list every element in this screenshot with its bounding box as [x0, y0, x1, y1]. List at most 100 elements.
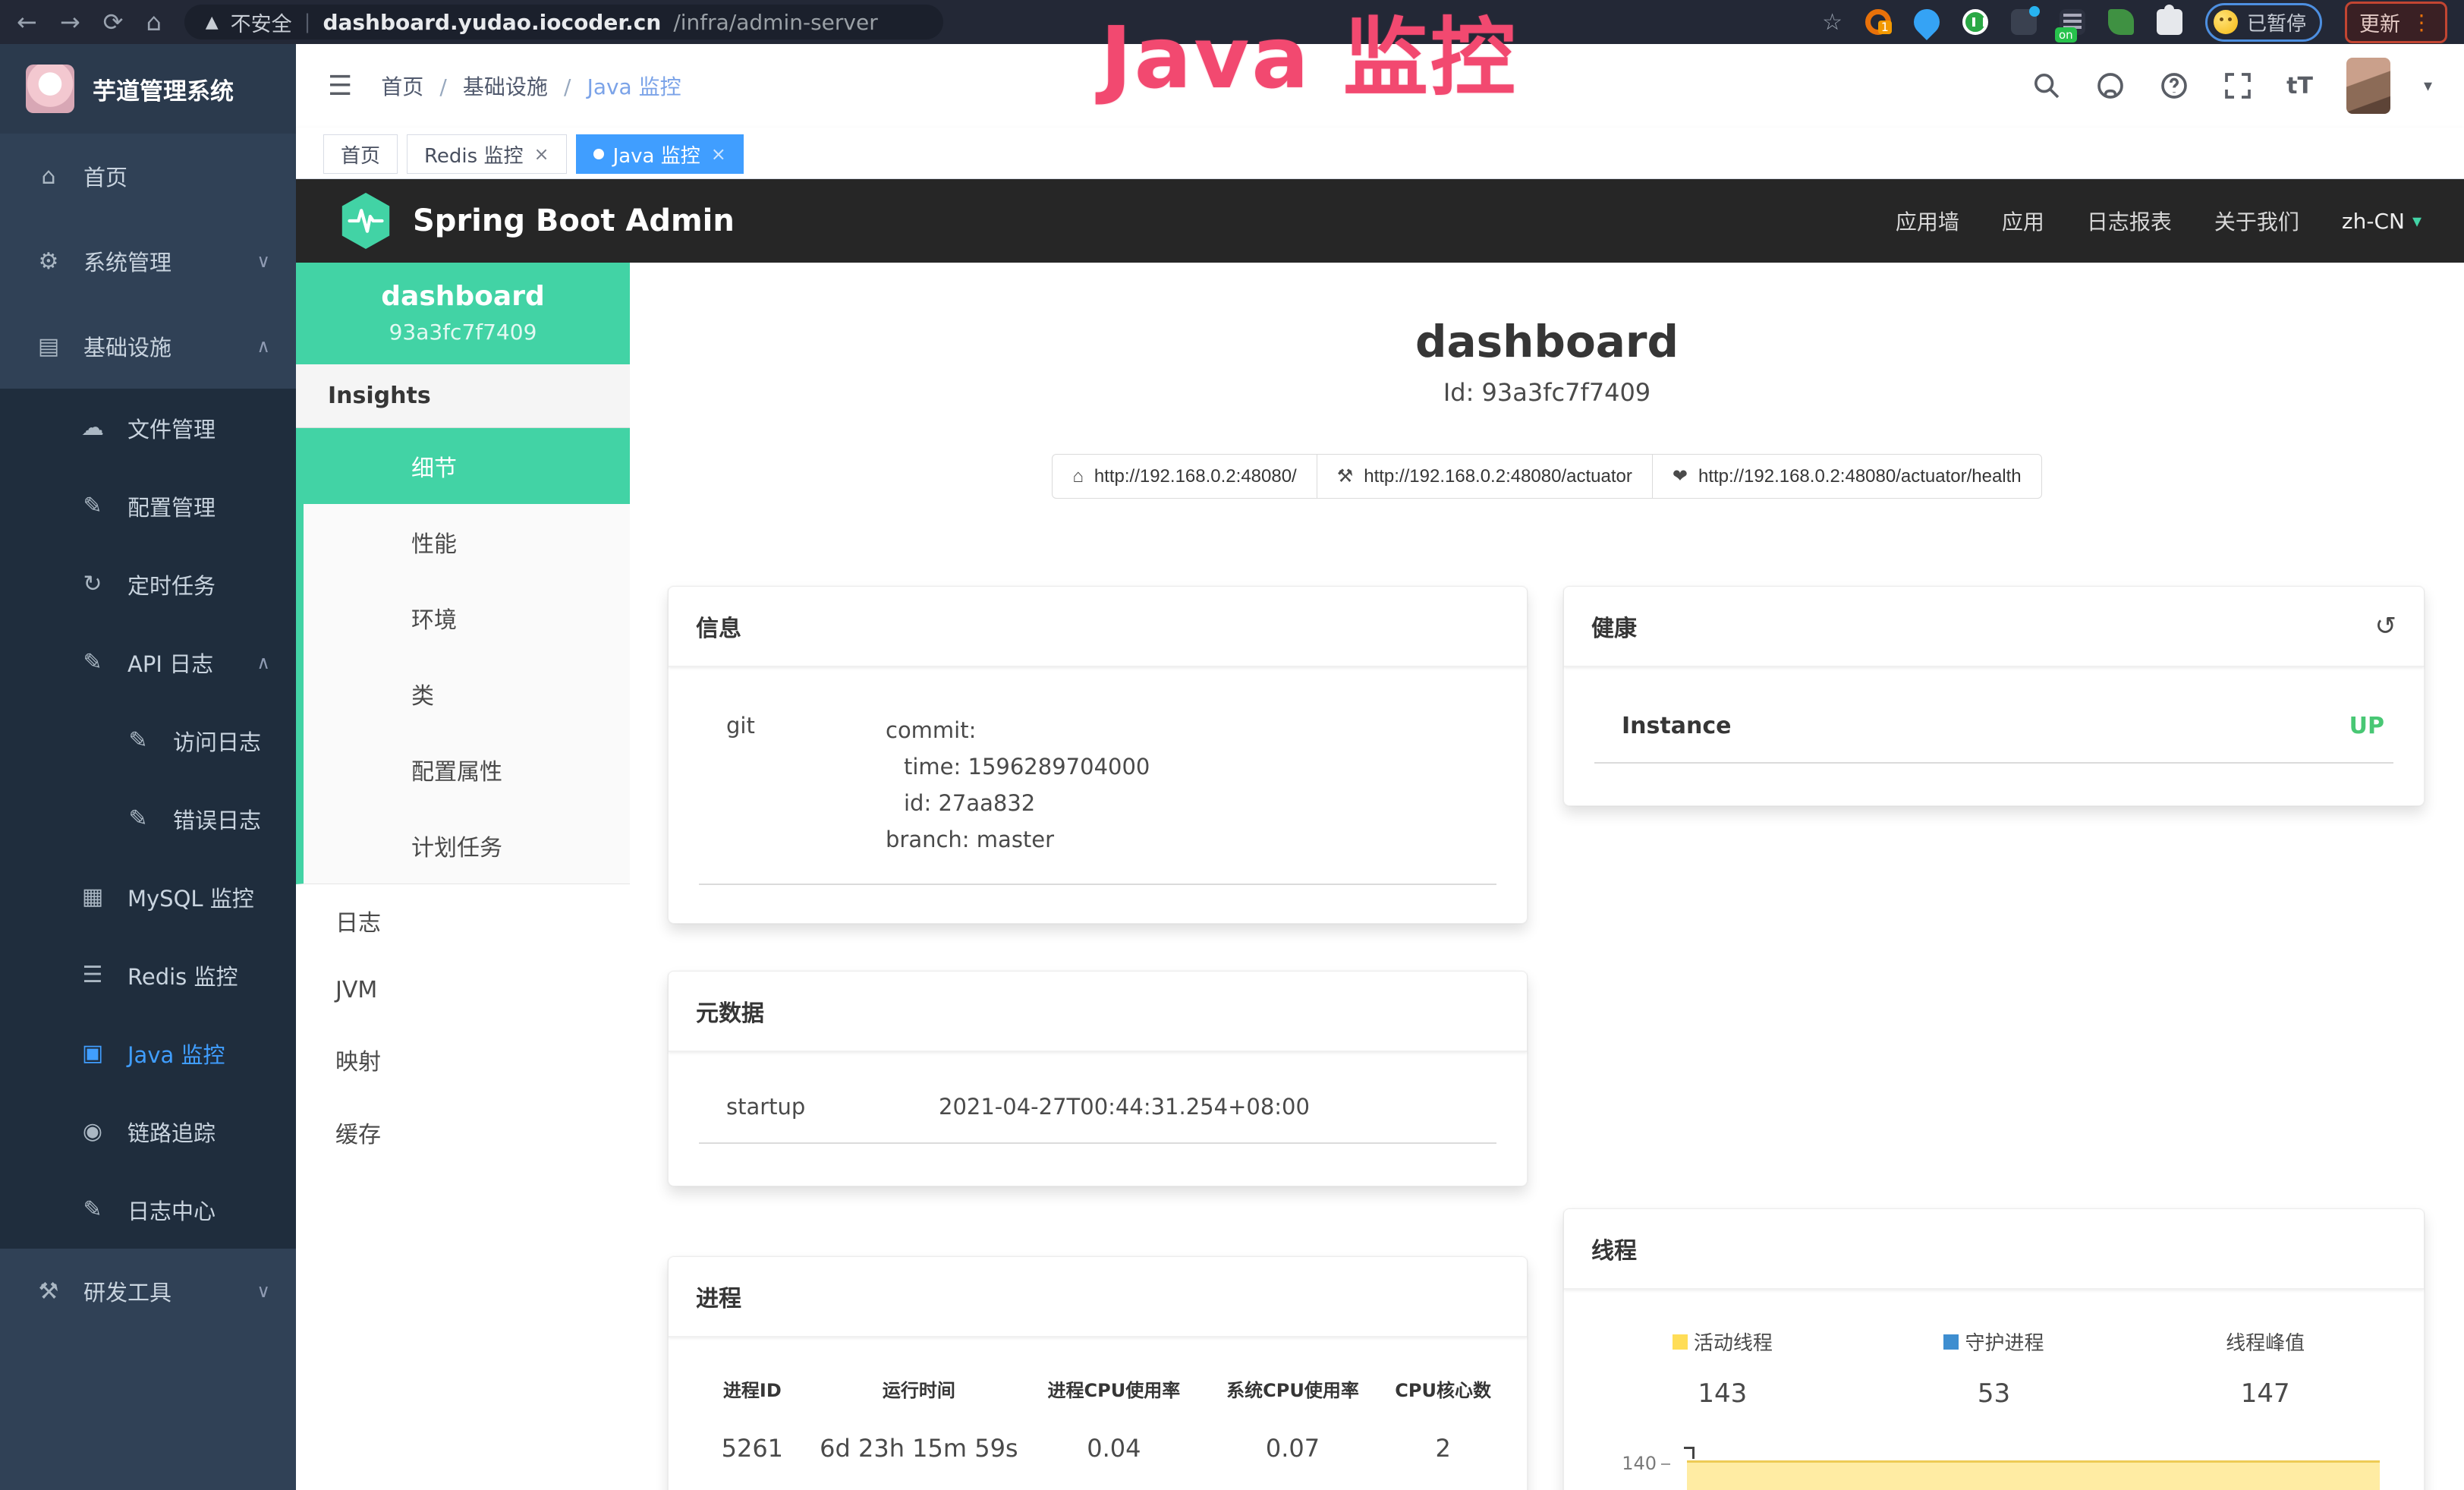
user-menu-caret-icon[interactable]: ▾ [2424, 77, 2432, 96]
metadata-card-title: 元数据 [696, 994, 764, 1028]
sba-language-select[interactable]: zh-CN ▾ [2342, 209, 2422, 234]
legend-swatch-daemon [1943, 1334, 1959, 1350]
history-icon[interactable]: ↺ [2375, 611, 2397, 641]
search-icon[interactable] [2031, 71, 2062, 101]
sba-item-logs[interactable]: 日志 [296, 884, 630, 957]
sidebar-item-system-mgmt[interactable]: ⚙ 系统管理 ∨ [0, 219, 296, 304]
sidebar-item-access-logs[interactable]: ✎ 访问日志 [0, 701, 296, 780]
sidebar-item-mysql-monitor[interactable]: ▦ MySQL 监控 [0, 858, 296, 936]
sba-item-config-props[interactable]: 配置属性 [304, 732, 630, 808]
process-value-system-cpu: 0.07 [1204, 1434, 1383, 1463]
sba-item-caches[interactable]: 缓存 [296, 1096, 630, 1169]
sidebar-item-api-logs[interactable]: ✎ API 日志 ∧ [0, 623, 296, 701]
legend-swatch-live [1673, 1334, 1688, 1350]
metadata-startup-row: startup 2021-04-27T00:44:31.254+08:00 [699, 1094, 1496, 1144]
sba-item-environment[interactable]: 环境 [304, 580, 630, 656]
sba-item-metrics[interactable]: 性能 [304, 504, 630, 580]
sidebar-item-log-center[interactable]: ✎ 日志中心 [0, 1170, 296, 1249]
tab-java-monitor[interactable]: Java 监控 × [576, 134, 744, 174]
stack-icon: ☰ [76, 962, 109, 988]
extension-icon-pin[interactable] [1909, 4, 1945, 40]
breadcrumb-home[interactable]: 首页 [381, 74, 423, 99]
tab-bar: 首页 Redis 监控 × Java 监控 × [296, 128, 2464, 179]
info-card-title: 信息 [696, 610, 741, 643]
sidebar-item-redis-monitor[interactable]: ☰ Redis 监控 [0, 936, 296, 1014]
close-tab-icon[interactable]: × [711, 143, 726, 165]
app-main: ☰ 首页 / 基础设施 / Java 监控 [296, 44, 2464, 1490]
help-icon[interactable] [2159, 71, 2189, 101]
forward-icon[interactable]: → [60, 10, 80, 34]
instance-header[interactable]: dashboard 93a3fc7f7409 [296, 263, 630, 364]
health-url-button[interactable]: ❤ http://192.168.0.2:48080/actuator/heal… [1652, 454, 2042, 499]
extension-icon-green-circle[interactable] [1962, 9, 1988, 35]
sidebar-item-scheduled-jobs[interactable]: ↻ 定时任务 [0, 545, 296, 623]
sidebar-item-tracing[interactable]: ◉ 链路追踪 [0, 1092, 296, 1170]
github-icon[interactable] [2095, 71, 2126, 101]
sba-nav-journal[interactable]: 日志报表 [2087, 206, 2172, 236]
breadcrumb-infrastructure[interactable]: 基础设施 [463, 74, 548, 99]
back-icon[interactable]: ← [17, 10, 37, 34]
extension-icon-leaf[interactable] [2108, 9, 2134, 35]
sba-nav-applications[interactable]: 应用 [2002, 206, 2044, 236]
extension-icon-grid[interactable] [2011, 9, 2037, 35]
url-separator: | [304, 11, 311, 33]
address-bar[interactable]: ▲ 不安全 | dashboard.yudao.iocoder.cn /infr… [184, 5, 943, 39]
threads-card-title: 线程 [1591, 1232, 1637, 1265]
sidebar-item-home[interactable]: ⌂ 首页 [0, 134, 296, 219]
chevron-down-icon: ∨ [256, 250, 270, 272]
tab-home[interactable]: 首页 [323, 134, 398, 174]
browser-home-icon[interactable]: ⌂ [146, 10, 161, 34]
sba-item-jvm[interactable]: JVM [296, 957, 630, 1023]
actuator-url-button[interactable]: ⚒ http://192.168.0.2:48080/actuator [1317, 454, 1653, 499]
header-actions: tT ▾ [2031, 58, 2432, 114]
sba-nav-wallboard[interactable]: 应用墙 [1896, 206, 1959, 236]
sidebar-item-infrastructure[interactable]: ▤ 基础设施 ∧ [0, 304, 296, 389]
user-avatar[interactable] [2346, 58, 2390, 114]
legend-live-value: 143 [1587, 1378, 1858, 1409]
close-tab-icon[interactable]: × [533, 143, 549, 165]
bookmark-star-icon[interactable]: ☆ [1822, 9, 1842, 36]
sidebar-item-dev-tools[interactable]: ⚒ 研发工具 ∨ [0, 1249, 296, 1334]
language-caret-icon: ▾ [2412, 210, 2422, 232]
service-url-button[interactable]: ⌂ http://192.168.0.2:48080/ [1052, 454, 1317, 499]
sidebar-item-java-monitor[interactable]: ▣ Java 监控 [0, 1014, 296, 1092]
paused-extension-face-icon [2214, 10, 2238, 34]
brand-row[interactable]: 芋道管理系统 [0, 44, 296, 134]
legend-peak-value: 147 [2129, 1378, 2401, 1409]
sba-insights-submenu: 细节 性能 环境 类 配置属性 计划任务 [296, 428, 630, 884]
reload-icon[interactable]: ⟳ [103, 10, 124, 34]
sba-item-classes[interactable]: 类 [304, 656, 630, 732]
browser-menu-icon[interactable]: ⋮ [2411, 10, 2433, 35]
browser-update-button[interactable]: 更新 ⋮ [2345, 2, 2447, 43]
process-card: 进程 进程ID 运行时间 进程CPU使用率 系统CPU使用率 CPU核心数 [668, 1256, 1528, 1490]
sba-group-insights[interactable]: Insights [296, 364, 630, 428]
sidebar-item-config-mgmt[interactable]: ✎ 配置管理 [0, 467, 296, 545]
database-icon: ▦ [76, 884, 109, 910]
edit-icon: ✎ [121, 727, 155, 754]
sba-sidebar: dashboard 93a3fc7f7409 Insights 细节 性能 环境… [296, 263, 630, 1490]
sidebar-item-error-logs[interactable]: ✎ 错误日志 [0, 780, 296, 858]
info-git-row: git commit: time: 1596289704000 id: 27aa… [699, 713, 1496, 885]
fullscreen-icon[interactable] [2223, 71, 2253, 101]
sba-header: Spring Boot Admin 应用墙 应用 日志报表 关于我们 zh-CN… [296, 179, 2464, 263]
sba-item-details[interactable]: 细节 [304, 428, 630, 504]
extensions-puzzle-icon[interactable] [2157, 9, 2182, 35]
edit-icon: ✎ [76, 649, 109, 676]
sidebar-item-file-mgmt[interactable]: ☁ 文件管理 [0, 389, 296, 467]
extension-icon-ring[interactable]: 1 [1865, 9, 1891, 35]
extension-icon-bars[interactable]: on [2060, 9, 2085, 35]
process-header-cpus: CPU核心数 [1382, 1375, 1504, 1402]
legend-peak-threads: 线程峰值 147 [2129, 1328, 2401, 1409]
chevron-up-icon: ∧ [256, 335, 270, 357]
paused-extension-chip[interactable]: 已暂停 [2205, 3, 2322, 42]
heart-pulse-icon: ❤ [1673, 465, 1688, 487]
collapse-sidebar-icon[interactable]: ☰ [328, 71, 352, 102]
sba-brand-title[interactable]: Spring Boot Admin [413, 203, 735, 238]
tab-redis-monitor[interactable]: Redis 监控 × [407, 134, 567, 174]
sba-nav-about[interactable]: 关于我们 [2214, 206, 2299, 236]
not-secure-label: 不安全 [231, 8, 292, 37]
text-size-icon[interactable]: tT [2286, 73, 2313, 99]
chevron-down-icon: ∨ [256, 1281, 270, 1302]
sba-item-scheduled-tasks[interactable]: 计划任务 [304, 808, 630, 884]
sba-item-mappings[interactable]: 映射 [296, 1023, 630, 1096]
